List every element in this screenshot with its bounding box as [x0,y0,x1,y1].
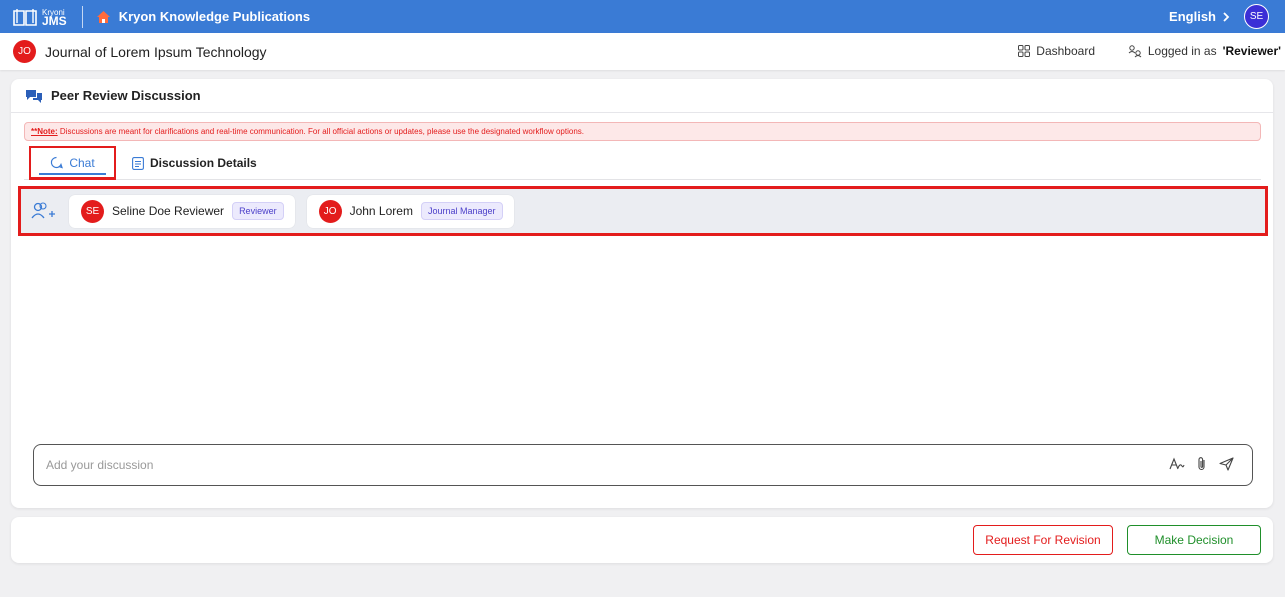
discussion-tabs: Chat Discussion Details [24,146,1261,180]
tab-chat-label: Chat [69,155,95,170]
logged-role: 'Reviewer' [1222,44,1281,58]
dashboard-link[interactable]: Dashboard [1018,44,1095,58]
discussion-input[interactable] [46,458,1252,472]
language-label: English [1169,9,1216,24]
app-logo[interactable]: Kryoni JMS [12,7,67,27]
divider [81,5,83,28]
participant-name: Seline Doe Reviewer [112,204,225,218]
text-format-icon[interactable] [1169,457,1185,471]
publication-name: Kryon Knowledge Publications [118,9,311,24]
tab-discussion-details[interactable]: Discussion Details [132,146,257,180]
user-avatar[interactable]: SE [1244,4,1269,29]
note-label: **Note: [31,127,58,136]
participant-avatar: SE [81,199,104,223]
publication-link[interactable]: Kryon Knowledge Publications [96,9,310,24]
input-actions [1169,456,1234,472]
discussion-input-box [33,444,1253,486]
journal-title: Journal of Lorem Ipsum Technology [45,43,267,60]
discussion-card: Peer Review Discussion **Note: Discussio… [11,79,1273,508]
participant-chip[interactable]: JO John Lorem Journal Manager [306,194,514,228]
card-title: Peer Review Discussion [51,88,201,103]
participants-bar: SE Seline Doe Reviewer Reviewer JO John … [18,186,1268,236]
add-participant-icon[interactable] [31,201,57,221]
dashboard-label: Dashboard [1036,44,1095,58]
users-switch-icon [1128,45,1142,58]
participant-role-badge: Reviewer [232,202,284,220]
document-icon [132,156,144,170]
home-icon [96,10,110,23]
note-text: Discussions are meant for clarifications… [57,127,585,136]
journal-bar: JO Journal of Lorem Ipsum Technology Das… [0,33,1285,70]
active-tab-indicator [39,173,106,175]
send-icon[interactable] [1219,457,1234,471]
chat-bubbles-icon [26,89,42,103]
chat-icon [51,156,64,169]
request-revision-button[interactable]: Request For Revision [973,525,1113,555]
book-icon [13,8,37,26]
top-navbar: Kryoni JMS Kryon Knowledge Publications … [0,0,1285,33]
action-bar: Request For Revision Make Decision [11,517,1273,563]
participant-role-badge: Journal Manager [420,202,503,220]
paperclip-icon[interactable] [1197,456,1207,472]
grid-icon [1018,45,1031,57]
journal-avatar: JO [13,40,36,63]
participant-name: John Lorem [349,204,413,218]
discussion-note: **Note: Discussions are meant for clarif… [24,122,1261,141]
make-decision-button[interactable]: Make Decision [1127,525,1261,555]
logged-in-status: Logged in as 'Reviewer' [1128,44,1281,58]
logged-prefix: Logged in as [1147,44,1217,58]
card-header: Peer Review Discussion [11,79,1273,113]
participant-chip[interactable]: SE Seline Doe Reviewer Reviewer [69,194,295,228]
logo-big-text: JMS [42,13,67,28]
tab-details-label: Discussion Details [150,156,257,170]
language-selector[interactable]: English [1169,9,1230,24]
tab-chat[interactable]: Chat [29,146,116,180]
participant-avatar: JO [318,199,342,223]
chevron-right-icon [1223,11,1230,22]
